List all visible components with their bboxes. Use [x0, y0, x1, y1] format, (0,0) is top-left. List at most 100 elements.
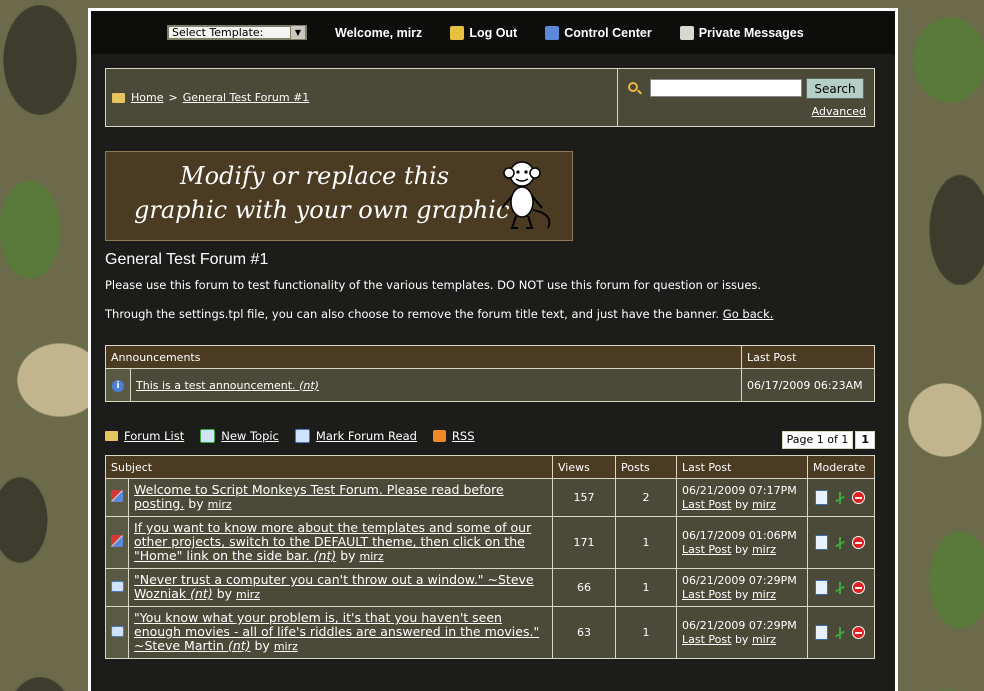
posts-heading: Posts	[615, 455, 677, 479]
thread-row[interactable]: Welcome to Script Monkeys Test Forum. Pl…	[105, 478, 875, 517]
control-panel-icon	[545, 25, 560, 40]
breadcrumb-bar: Home > General Test Forum #1 Search Adva…	[105, 68, 875, 127]
thread-bubble-icon	[110, 580, 124, 592]
pagination: Page 1 of 1 1	[781, 431, 875, 449]
announcements-table: Announcements Last Post i This is a test…	[105, 345, 875, 402]
last-post-date: 06/17/2009 01:06PM	[682, 528, 797, 542]
advanced-search-link[interactable]: Advanced	[812, 105, 866, 118]
delete-thread-icon[interactable]	[852, 491, 865, 504]
split-thread-icon[interactable]	[834, 581, 846, 594]
thread-title-text: "You know what your problem is, it's tha…	[134, 610, 540, 653]
edit-thread-icon[interactable]	[815, 490, 828, 505]
thread-views: 63	[552, 606, 616, 659]
thread-views: 66	[552, 568, 616, 607]
thread-author[interactable]: mirz	[274, 640, 298, 653]
sticky-pin-icon	[111, 490, 123, 502]
delete-thread-icon[interactable]	[852, 536, 865, 549]
thread-tag: (nt)	[313, 548, 337, 563]
edit-thread-icon[interactable]	[815, 580, 828, 595]
edit-thread-icon[interactable]	[815, 535, 828, 550]
new-topic-icon	[200, 429, 216, 443]
template-select[interactable]: Select Template: ▼	[167, 25, 307, 40]
thread-last-post: 06/17/2009 01:06PM Last Post by mirz	[676, 516, 808, 569]
announcements-header: Announcements Last Post	[105, 345, 875, 369]
last-post-date: 06/21/2009 07:17PM	[682, 483, 797, 497]
folder-icon	[112, 92, 125, 103]
welcome-text: Welcome, mirz	[335, 26, 422, 40]
last-post-by: by	[734, 587, 749, 601]
split-thread-icon[interactable]	[834, 626, 846, 639]
page-container: Select Template: ▼ Welcome, mirz Log Out…	[88, 8, 898, 691]
top-bar: Select Template: ▼ Welcome, mirz Log Out…	[91, 11, 895, 54]
thread-row[interactable]: "Never trust a computer you can't throw …	[105, 568, 875, 607]
thread-subject: "You know what your problem is, it's tha…	[128, 606, 553, 659]
welcome-label: Welcome, mirz	[335, 25, 423, 40]
thread-posts: 1	[615, 516, 677, 569]
page-number[interactable]: 1	[855, 431, 875, 449]
rss-link[interactable]: RSS	[432, 429, 475, 443]
threads-header: Subject Views Posts Last Post Moderate	[105, 455, 875, 479]
delete-thread-icon[interactable]	[852, 626, 865, 639]
thread-moderate	[807, 516, 875, 569]
forum-list-link[interactable]: Forum List	[105, 429, 184, 443]
thread-last-post: 06/21/2009 07:17PM Last Post by mirz	[676, 478, 808, 517]
thread-posts: 2	[615, 478, 677, 517]
rss-icon	[432, 430, 446, 442]
last-post-by: by	[734, 542, 749, 556]
thread-last-post: 06/21/2009 07:29PM Last Post by mirz	[676, 568, 808, 607]
last-post-author[interactable]: mirz	[752, 543, 776, 556]
banner-line-1: Modify or replace this	[180, 162, 450, 190]
thread-row[interactable]: If you want to know more about the templ…	[105, 516, 875, 569]
chevron-down-icon[interactable]: ▼	[290, 26, 305, 39]
last-post-link[interactable]: Last Post	[682, 498, 731, 511]
thread-by: by	[188, 496, 204, 511]
logout-label: Log Out	[469, 25, 518, 40]
thread-title[interactable]: "You know what your problem is, it's tha…	[134, 610, 539, 653]
mark-read-link[interactable]: Mark Forum Read	[294, 429, 417, 443]
thread-title[interactable]: "Never trust a computer you can't throw …	[134, 572, 534, 601]
forum-list-label: Forum List	[124, 429, 185, 443]
last-post-author[interactable]: mirz	[752, 498, 776, 511]
messages-icon	[679, 25, 694, 40]
logout-link[interactable]: Log Out	[450, 25, 518, 40]
split-thread-icon[interactable]	[834, 536, 846, 549]
thread-author[interactable]: mirz	[208, 498, 232, 511]
mark-read-icon	[294, 429, 310, 443]
last-post-link[interactable]: Last Post	[682, 543, 731, 556]
last-post-author[interactable]: mirz	[752, 588, 776, 601]
thread-title[interactable]: If you want to know more about the templ…	[134, 520, 531, 563]
thread-icon-cell	[105, 606, 129, 659]
thread-posts: 1	[615, 606, 677, 659]
banner-line-2: graphic with your own graphic	[134, 196, 510, 224]
last-post-link[interactable]: Last Post	[682, 633, 731, 646]
thread-views: 171	[552, 516, 616, 569]
private-messages-label: Private Messages	[698, 25, 804, 40]
go-back-link[interactable]: Go back.	[723, 307, 774, 321]
thread-icon-cell	[105, 478, 129, 517]
thread-row[interactable]: "You know what your problem is, it's tha…	[105, 606, 875, 659]
new-topic-link[interactable]: New Topic	[200, 429, 279, 443]
search-input[interactable]	[650, 79, 802, 97]
thread-author[interactable]: mirz	[360, 550, 384, 563]
sticky-pin-icon	[111, 535, 123, 547]
last-post-author[interactable]: mirz	[752, 633, 776, 646]
announcement-link[interactable]: This is a test announcement. (nt)	[136, 379, 319, 392]
forum-note-text: Through the settings.tpl file, you can a…	[105, 307, 720, 321]
search-box: Search Advanced	[617, 69, 874, 126]
monkey-icon	[501, 161, 551, 229]
breadcrumb-current[interactable]: General Test Forum #1	[183, 91, 310, 104]
thread-moderate	[807, 606, 875, 659]
edit-thread-icon[interactable]	[815, 625, 828, 640]
control-center-link[interactable]: Control Center	[545, 25, 652, 40]
breadcrumb-home[interactable]: Home	[131, 91, 163, 104]
threads-table: Subject Views Posts Last Post Moderate W…	[105, 455, 875, 659]
last-post-link[interactable]: Last Post	[682, 588, 731, 601]
delete-thread-icon[interactable]	[852, 581, 865, 594]
private-messages-link[interactable]: Private Messages	[679, 25, 804, 40]
last-post-heading: Last Post	[676, 455, 808, 479]
announcement-row[interactable]: i This is a test announcement. (nt) 06/1…	[105, 368, 875, 402]
split-thread-icon[interactable]	[834, 491, 846, 504]
search-button[interactable]: Search	[806, 78, 864, 99]
announcement-last-post: 06/17/2009 06:23AM	[741, 368, 875, 402]
thread-author[interactable]: mirz	[236, 588, 260, 601]
